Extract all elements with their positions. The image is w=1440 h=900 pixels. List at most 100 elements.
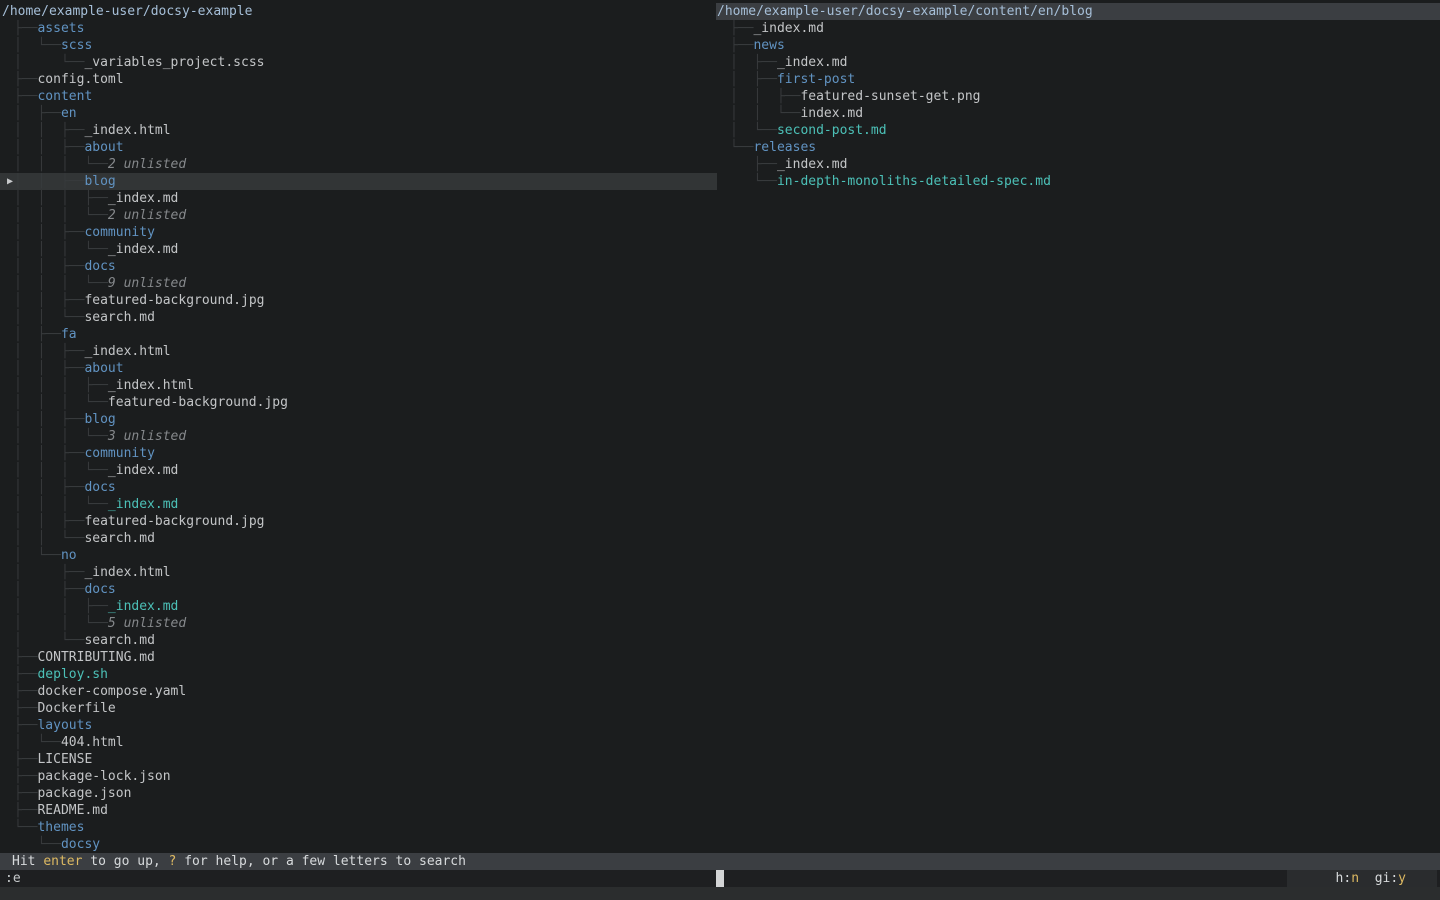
tree-row[interactable]: │ │ ├──_index.md (0, 598, 717, 615)
flag-label: h: (1336, 871, 1352, 886)
tree-row[interactable]: │ │ │ ├──_index.html (0, 377, 717, 394)
tree-row[interactable]: │ └──404.html (0, 734, 717, 751)
tree-row[interactable]: │ │ └──5 unlisted (0, 615, 717, 632)
status-text: for help, or a few letters to search (176, 854, 466, 869)
left-panel-path-text: /home/example-user/docsy-example (2, 4, 252, 19)
dir-name: docs (84, 480, 115, 495)
tree-row[interactable]: ├──package-lock.json (0, 768, 717, 785)
tree-branch-lines: ├── (730, 38, 753, 53)
tree-branch-lines: │ │ │ ├── (14, 378, 108, 393)
tree-row[interactable]: │ │ └──index.md (716, 105, 1440, 122)
tree-row[interactable]: ├──content (0, 88, 717, 105)
tree-row[interactable]: │ └──second-post.md (716, 122, 1440, 139)
tree-branch-lines: ├── (14, 803, 37, 818)
tree-row[interactable]: │ │ │ └──3 unlisted (0, 428, 717, 445)
status-bar: Hit enter to go up, ? for help, or a few… (0, 853, 1440, 870)
right-tree: ├──_index.md├──news│ ├──_index.md│ ├──fi… (716, 20, 1440, 190)
tree-row[interactable]: ├──config.toml (0, 71, 717, 88)
tree-row[interactable]: │ │ ├──featured-background.jpg (0, 513, 717, 530)
tree-row[interactable]: │ │ ├──featured-sunset-get.png (716, 88, 1440, 105)
tree-branch-lines: │ │ ├── (14, 599, 108, 614)
status-key-hint: enter (43, 854, 82, 869)
entry-name: _index.html (84, 565, 170, 580)
tree-row[interactable]: │ │ ├──blog▶ (0, 173, 717, 190)
tree-row[interactable]: ├──_index.md (716, 20, 1440, 37)
tree-row[interactable]: └──docsy (0, 836, 717, 853)
entry-name: 5 unlisted (108, 616, 186, 631)
entry-name: LICENSE (37, 752, 92, 767)
tree-row[interactable]: ├──package.json (0, 785, 717, 802)
tree-row[interactable]: │ │ │ └──_index.md (0, 462, 717, 479)
tree-row[interactable]: ├──_index.md (716, 156, 1440, 173)
tree-branch-lines: │ │ ├── (730, 89, 800, 104)
tree-branch-lines: │ │ ├── (14, 412, 84, 427)
tree-row[interactable]: └──releases (716, 139, 1440, 156)
tree-row[interactable]: │ │ ├──docs (0, 479, 717, 496)
dir-name: docsy (61, 837, 100, 852)
tree-branch-lines: │ │ └── (14, 616, 108, 631)
tree-row[interactable]: │ │ └──search.md (0, 309, 717, 326)
entry-name: _variables_project.scss (84, 55, 264, 70)
tree-row[interactable]: │ │ ├──_index.html (0, 343, 717, 360)
tree-row[interactable]: ├──Dockerfile (0, 700, 717, 717)
tree-branch-lines: │ │ │ └── (14, 429, 108, 444)
tree-row[interactable]: ├──deploy.sh (0, 666, 717, 683)
tree-row[interactable]: │ │ │ └──_index.md (0, 496, 717, 513)
tree-row[interactable]: ├──CONTRIBUTING.md (0, 649, 717, 666)
entry-name: _index.html (84, 344, 170, 359)
tree-row[interactable]: │ ├──first-post (716, 71, 1440, 88)
tree-row[interactable]: │ │ ├──docs (0, 258, 717, 275)
dir-name: scss (61, 38, 92, 53)
tree-row[interactable]: │ └──no (0, 547, 717, 564)
entry-name: in-depth-monoliths-detailed-spec.md (777, 174, 1051, 189)
tree-row[interactable]: │ │ ├──about (0, 360, 717, 377)
tree-branch-lines: │ │ ├── (14, 446, 84, 461)
entry-name: deploy.sh (37, 667, 107, 682)
tree-row[interactable]: │ ├──fa (0, 326, 717, 343)
tree-branch-lines: ├── (14, 667, 37, 682)
tree-row[interactable]: │ │ │ └──_index.md (0, 241, 717, 258)
left-panel-path[interactable]: /home/example-user/docsy-example (0, 3, 717, 20)
tree-row[interactable]: └──themes (0, 819, 717, 836)
tree-row[interactable]: │ └──search.md (0, 632, 717, 649)
tree-row[interactable]: ├──LICENSE (0, 751, 717, 768)
tree-row[interactable]: ├──layouts (0, 717, 717, 734)
tree-branch-lines: │ └── (14, 735, 61, 750)
tree-row[interactable]: │ │ ├──blog (0, 411, 717, 428)
tree-row[interactable]: └──in-depth-monoliths-detailed-spec.md (716, 173, 1440, 190)
entry-name: 2 unlisted (108, 208, 186, 223)
tree-row[interactable]: │ ├──_index.md (716, 54, 1440, 71)
left-panel: /home/example-user/docsy-example ├──asse… (0, 0, 717, 853)
entry-name: config.toml (37, 72, 123, 87)
tree-row[interactable]: │ │ ├──about (0, 139, 717, 156)
right-panel-path[interactable]: /home/example-user/docsy-example/content… (716, 3, 1440, 20)
tree-row[interactable]: │ │ ├──_index.html (0, 122, 717, 139)
tree-row[interactable]: ├──assets (0, 20, 717, 37)
tree-row[interactable]: ├──news (716, 37, 1440, 54)
tree-row[interactable]: ├──docker-compose.yaml (0, 683, 717, 700)
tree-branch-lines: │ │ ├── (14, 225, 84, 240)
tree-branch-lines: ├── (14, 89, 37, 104)
tree-row[interactable]: │ │ ├──community (0, 445, 717, 462)
tree-row[interactable]: │ │ └──search.md (0, 530, 717, 547)
tree-row[interactable]: │ │ │ └──2 unlisted (0, 207, 717, 224)
tree-row[interactable]: │ └──_variables_project.scss (0, 54, 717, 71)
dir-name: community (84, 446, 154, 461)
command-input[interactable]: :e (5, 870, 21, 887)
tree-row[interactable]: │ ├──docs (0, 581, 717, 598)
entry-name: 9 unlisted (108, 276, 186, 291)
tree-row[interactable]: │ ├──en (0, 105, 717, 122)
status-text: to go up, (82, 854, 168, 869)
tree-row[interactable]: ├──README.md (0, 802, 717, 819)
tree-row[interactable]: │ │ │ └──2 unlisted (0, 156, 717, 173)
tree-row[interactable]: │ │ ├──featured-background.jpg (0, 292, 717, 309)
tree-row[interactable]: │ │ │ ├──_index.md (0, 190, 717, 207)
tree-branch-lines: ├── (14, 21, 37, 36)
entry-name: _index.md (108, 463, 178, 478)
tree-row[interactable]: │ └──scss (0, 37, 717, 54)
tree-row[interactable]: │ │ ├──community (0, 224, 717, 241)
tree-row[interactable]: │ │ │ └──featured-background.jpg (0, 394, 717, 411)
tree-row[interactable]: │ │ │ └──9 unlisted (0, 275, 717, 292)
tree-branch-lines: │ ├── (14, 582, 84, 597)
tree-row[interactable]: │ ├──_index.html (0, 564, 717, 581)
